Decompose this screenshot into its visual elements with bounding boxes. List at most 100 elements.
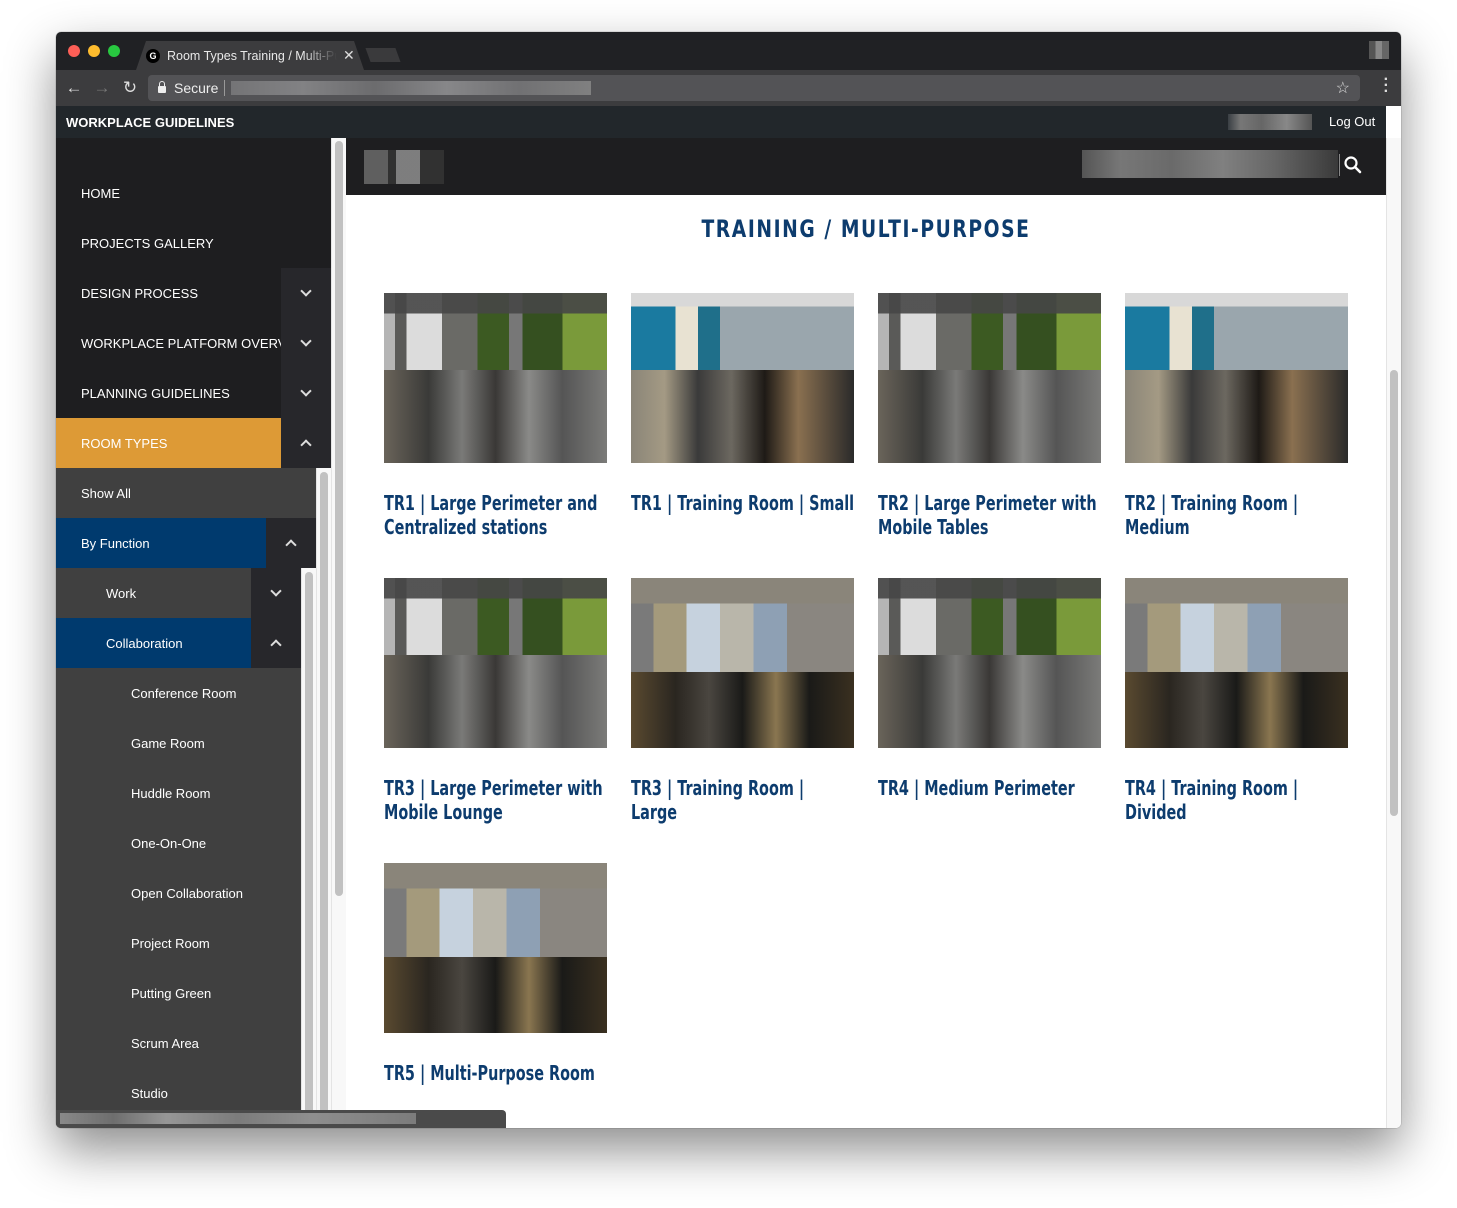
expand-toggle[interactable] <box>281 268 331 318</box>
collab-item-label: Open Collaboration <box>131 885 244 901</box>
collab-item-game-room[interactable]: Game Room <box>56 718 301 768</box>
room-card-title[interactable]: TR1 | Training Room | Small <box>631 491 854 515</box>
window-close-button[interactable] <box>68 45 80 57</box>
chevron-down-icon <box>300 385 312 397</box>
sidebar-nav: HOME PROJECTS GALLERY DESIGN PROCESS WOR… <box>56 138 331 1128</box>
logout-link[interactable]: Log Out <box>1329 114 1375 129</box>
room-card-title[interactable]: TR4 | Training Room | Divided <box>1125 776 1348 824</box>
search-separator <box>1339 154 1340 176</box>
omnibox-separator <box>224 80 226 96</box>
collab-item-label: Conference Room <box>131 685 237 701</box>
room-card[interactable]: TR4 | Training Room | Divided <box>1125 578 1348 824</box>
room-card-title[interactable]: TR3 | Training Room | Large <box>631 776 854 824</box>
browser-tab[interactable]: G Room Types Training / Multi-Purpose ✕ <box>136 41 364 70</box>
url-text-redacted <box>231 81 592 95</box>
forward-icon[interactable]: → <box>88 78 116 98</box>
sidebar-item-label: ROOM TYPES <box>81 435 168 451</box>
room-thumbnail[interactable] <box>384 863 607 1033</box>
room-card[interactable]: TR2 | Training Room | Medium <box>1125 293 1348 539</box>
room-card-title[interactable]: TR5 | Multi-Purpose Room <box>384 1061 607 1085</box>
scrollbar-thumb[interactable] <box>1390 370 1398 816</box>
sidebar-item-room-types[interactable]: ROOM TYPES <box>56 418 281 468</box>
close-icon[interactable]: ✕ <box>343 47 355 64</box>
collapse-toggle[interactable] <box>266 518 316 568</box>
profile-avatar[interactable] <box>1369 41 1389 59</box>
room-thumbnail[interactable] <box>878 293 1101 463</box>
submenu-item-work[interactable]: Work <box>56 568 251 618</box>
collab-item-open-collaboration[interactable]: Open Collaboration <box>56 868 301 918</box>
room-thumbnail[interactable] <box>1125 293 1348 463</box>
collab-item-conference-room[interactable]: Conference Room <box>56 668 301 718</box>
submenu-item-by-function[interactable]: By Function <box>56 518 266 568</box>
sidebar-item-design-process[interactable]: DESIGN PROCESS <box>56 268 331 318</box>
room-card-title[interactable]: TR2 | Training Room | Medium <box>1125 491 1348 539</box>
sidebar-item-workplace-platform[interactable]: WORKPLACE PLATFORM OVERVIEW <box>56 318 331 368</box>
sidebar-item-projects-gallery[interactable]: PROJECTS GALLERY <box>56 218 331 268</box>
window-zoom-button[interactable] <box>108 45 120 57</box>
sidebar-scrollbar[interactable] <box>331 138 346 1128</box>
window-minimize-button[interactable] <box>88 45 100 57</box>
room-card[interactable]: TR1 | Training Room | Small <box>631 293 854 515</box>
search-icon[interactable] <box>1343 155 1363 175</box>
collapse-toggle[interactable] <box>281 418 331 468</box>
collaboration-scrollbar[interactable] <box>301 568 316 1128</box>
scrollbar-thumb[interactable] <box>305 572 313 1128</box>
sidebar-item-planning-guidelines[interactable]: PLANNING GUIDELINES <box>56 368 331 418</box>
collab-item-label: Huddle Room <box>131 785 211 801</box>
star-icon[interactable]: ☆ <box>1336 78 1350 98</box>
room-types-scrollbar[interactable] <box>316 468 331 1128</box>
collab-item-huddle-room[interactable]: Huddle Room <box>56 768 301 818</box>
room-thumbnail[interactable] <box>878 578 1101 748</box>
room-card[interactable]: TR3 | Training Room | Large <box>631 578 854 824</box>
collab-item-label: Project Room <box>131 935 210 951</box>
address-bar[interactable]: Secure ☆ <box>148 75 1360 101</box>
expand-toggle[interactable] <box>281 318 331 368</box>
tab-bar: G Room Types Training / Multi-Purpose ✕ <box>56 32 1401 70</box>
room-card[interactable]: TR4 | Medium Perimeter <box>878 578 1101 800</box>
collab-item-putting-green[interactable]: Putting Green <box>56 968 301 1018</box>
room-thumbnail[interactable] <box>631 293 854 463</box>
back-icon[interactable]: ← <box>60 78 88 98</box>
security-label: Secure <box>174 80 219 96</box>
site-logo-redacted[interactable] <box>364 150 444 184</box>
collab-item-label: Game Room <box>131 735 205 751</box>
page-scrollbar[interactable] <box>1386 138 1401 1128</box>
chevron-down-icon <box>300 285 312 297</box>
submenu-item-show-all[interactable]: Show All <box>56 468 316 518</box>
menu-icon[interactable]: · · · <box>1384 72 1389 100</box>
expand-toggle[interactable] <box>281 368 331 418</box>
chevron-up-icon <box>285 539 297 551</box>
room-card-title[interactable]: TR2 | Large Perimeter with Mobile Tables <box>878 491 1101 539</box>
scrollbar-thumb[interactable] <box>320 472 328 1128</box>
collab-item-project-room[interactable]: Project Room <box>56 918 301 968</box>
submenu-item-label: By Function <box>81 535 150 551</box>
status-url-redacted <box>60 1113 416 1124</box>
scrollbar-thumb[interactable] <box>335 141 343 896</box>
room-card-title[interactable]: TR4 | Medium Perimeter <box>878 776 1101 800</box>
chevron-up-icon <box>300 439 312 451</box>
chevron-down-icon <box>300 335 312 347</box>
sidebar-item-label: PROJECTS GALLERY <box>81 235 214 251</box>
collapse-toggle[interactable] <box>251 618 301 668</box>
room-card-title[interactable]: TR1 | Large Perimeter and Centralized st… <box>384 491 607 539</box>
room-thumbnail[interactable] <box>384 293 607 463</box>
room-card-title[interactable]: TR3 | Large Perimeter with Mobile Lounge <box>384 776 607 824</box>
room-thumbnail[interactable] <box>631 578 854 748</box>
room-card[interactable]: TR5 | Multi-Purpose Room <box>384 863 607 1085</box>
search-input-redacted[interactable] <box>1082 150 1338 178</box>
sidebar-item-label: PLANNING GUIDELINES <box>81 385 230 401</box>
site-brand[interactable]: WORKPLACE GUIDELINES <box>66 115 234 130</box>
sidebar-item-home[interactable]: HOME <box>56 168 331 218</box>
room-thumbnail[interactable] <box>1125 578 1348 748</box>
reload-icon[interactable]: ↻ <box>116 78 144 98</box>
collab-item-one-on-one[interactable]: One-On-One <box>56 818 301 868</box>
room-thumbnail[interactable] <box>384 578 607 748</box>
room-card[interactable]: TR1 | Large Perimeter and Centralized st… <box>384 293 607 539</box>
submenu-item-collaboration[interactable]: Collaboration <box>56 618 251 668</box>
room-card[interactable]: TR2 | Large Perimeter with Mobile Tables <box>878 293 1101 539</box>
expand-toggle[interactable] <box>251 568 301 618</box>
new-tab-button[interactable] <box>365 48 401 62</box>
submenu-item-label: Work <box>106 585 137 601</box>
collab-item-scrum-area[interactable]: Scrum Area <box>56 1018 301 1068</box>
room-card[interactable]: TR3 | Large Perimeter with Mobile Lounge <box>384 578 607 824</box>
